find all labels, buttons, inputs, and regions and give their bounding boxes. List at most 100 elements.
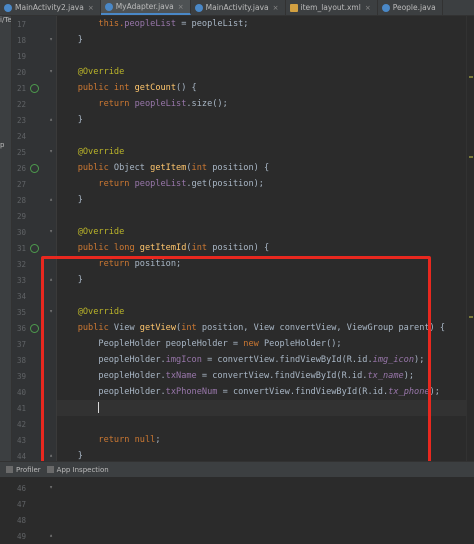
gutter-line: 47	[12, 496, 56, 512]
tab-label: item_layout.xml	[300, 3, 361, 12]
line-number: 36	[16, 323, 26, 333]
java-file-icon	[4, 3, 12, 12]
code-line-27: return peopleList.get(position);	[98, 179, 264, 189]
line-number: 22	[16, 99, 26, 109]
fold-icon[interactable]: ▾	[48, 37, 54, 43]
gutter-line: 19	[12, 48, 56, 64]
fold-icon[interactable]: ▴	[48, 453, 54, 459]
code-line-30: @Override	[77, 227, 125, 237]
line-number: 49	[16, 531, 26, 541]
tab-label: People.java	[392, 3, 436, 12]
gutter-line: 39	[12, 368, 56, 384]
line-number: 23	[16, 115, 26, 125]
left-tool-strip: i/Te p cat	[0, 16, 12, 476]
code-line-40: peopleHolder.txPhoneNum = convertView.fi…	[98, 387, 440, 397]
side-text-fragment: p	[0, 141, 5, 149]
gutter-line: 20 ▾	[12, 64, 56, 80]
line-number: 47	[16, 499, 26, 509]
gutter-line: 26	[12, 160, 56, 176]
gutter-line: 28 ▴	[12, 192, 56, 208]
override-icon[interactable]	[30, 324, 39, 333]
line-number: 27	[16, 179, 26, 189]
tab-people[interactable]: People.java	[378, 0, 443, 15]
code-line-31: public long getItemId(int position) {	[77, 243, 270, 253]
close-icon[interactable]: ×	[178, 3, 184, 11]
code-line-25: @Override	[77, 147, 125, 157]
line-number: 17	[16, 19, 26, 29]
xml-file-icon	[289, 3, 298, 12]
close-icon[interactable]: ×	[273, 4, 279, 12]
line-number: 28	[16, 195, 26, 205]
line-number: 33	[16, 275, 26, 285]
gutter-line: 23 ▴	[12, 112, 56, 128]
fold-icon[interactable]: ▴	[48, 277, 54, 283]
fold-icon[interactable]: ▾	[48, 149, 54, 155]
editor-scrollbar[interactable]	[466, 16, 474, 476]
code-editor[interactable]: this.peopleList = peopleList; } @Overrid…	[57, 16, 466, 476]
fold-icon[interactable]: ▴	[48, 117, 54, 123]
line-number: 46	[16, 483, 26, 493]
override-icon[interactable]	[30, 244, 39, 253]
code-line-26: public Object getItem(int position) {	[77, 163, 270, 173]
code-line-21: public int getCount() {	[77, 83, 197, 93]
override-circle-icon	[30, 164, 39, 173]
line-number: 44	[16, 451, 26, 461]
close-icon[interactable]: ×	[88, 4, 94, 12]
gutter-line: 48	[12, 512, 56, 528]
tab-mainactivity[interactable]: MainActivity.java ×	[191, 0, 286, 15]
tab-label: MainActivity2.java	[15, 3, 84, 12]
java-file-icon	[104, 2, 113, 11]
line-number: 20	[16, 67, 26, 77]
fold-icon[interactable]: ▾	[48, 309, 54, 315]
gutter-line: 35 ▾	[12, 304, 56, 320]
fold-icon[interactable]: ▴	[48, 533, 54, 539]
code-line-37: PeopleHolder peopleHolder = new PeopleHo…	[98, 339, 342, 349]
line-number: 48	[16, 515, 26, 525]
line-number: 18	[16, 35, 26, 45]
fold-icon[interactable]: ▾	[48, 229, 54, 235]
line-number: 41	[16, 403, 26, 413]
line-number: 31	[16, 243, 26, 253]
gutter-line: 36	[12, 320, 56, 336]
tab-label: MainActivity.java	[205, 3, 269, 12]
editor-tab-bar: MainActivity2.java × MyAdapter.java × Ma…	[0, 0, 474, 16]
profiler-tool-button[interactable]: Profiler	[6, 466, 41, 474]
code-line-18: }	[77, 35, 83, 45]
override-icon[interactable]	[30, 84, 39, 93]
override-circle-icon	[30, 84, 39, 93]
gutter-line: 18 ▾	[12, 32, 56, 48]
code-line-39: peopleHolder.txName = convertView.findVi…	[98, 371, 415, 381]
gutter-line: 17	[12, 16, 56, 32]
app-inspection-icon	[46, 466, 54, 473]
close-icon[interactable]: ×	[365, 4, 371, 12]
override-icon[interactable]	[30, 164, 39, 173]
scroll-marker	[469, 76, 473, 78]
scroll-marker	[469, 156, 473, 158]
tab-myadapter[interactable]: MyAdapter.java ×	[100, 0, 191, 15]
override-circle-icon	[30, 244, 39, 253]
gutter-line: 27	[12, 176, 56, 192]
line-number: 37	[16, 339, 26, 349]
gutter-line: 43	[12, 432, 56, 448]
line-number: 24	[16, 131, 26, 141]
line-number: 43	[16, 435, 26, 445]
tab-mainactivity2[interactable]: MainActivity2.java ×	[0, 0, 101, 15]
fold-icon[interactable]: ▴	[48, 197, 54, 203]
line-number: 19	[16, 51, 26, 61]
gutter-line: 22	[12, 96, 56, 112]
code-line-20: @Override	[77, 67, 125, 77]
app-inspection-tool-button[interactable]: App Inspection	[46, 466, 109, 474]
code-line-38: peopleHolder.imgIcon = convertView.findV…	[98, 355, 425, 365]
fold-icon[interactable]: ▾	[48, 485, 54, 491]
code-line-41-current[interactable]	[57, 400, 466, 416]
gutter-line: 42	[12, 416, 56, 432]
gutter-line: 34	[12, 288, 56, 304]
line-number: 26	[16, 163, 26, 173]
fold-icon[interactable]: ▾	[48, 69, 54, 75]
code-line-23: }	[77, 115, 83, 125]
line-number-gutter: 17 18 ▾ 19 20 ▾ 21 22 23 ▴ 24 25 ▾ 26 27 28 ▴ 29 30 ▾ 31 32 33…	[12, 16, 57, 541]
tab-item-layout[interactable]: item_layout.xml ×	[286, 0, 378, 15]
code-line-36: public View getView(int position, View c…	[77, 323, 446, 333]
code-line-28: }	[77, 195, 83, 205]
code-line-43: return null;	[98, 435, 161, 445]
